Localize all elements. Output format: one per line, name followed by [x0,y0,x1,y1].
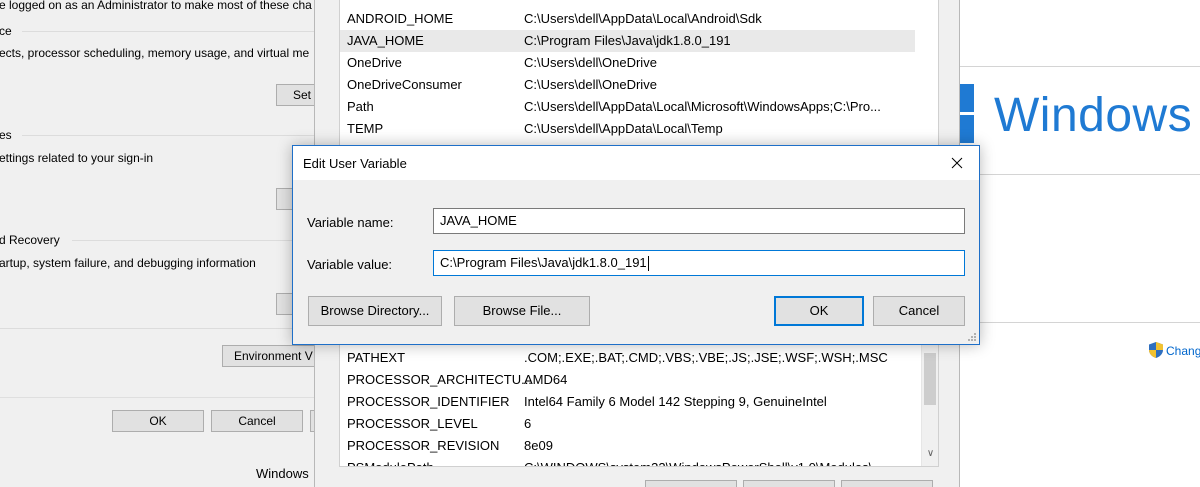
screen: e logged on as an Administrator to make … [0,0,1200,487]
user-var-row[interactable]: TEMP C:\Users\dell\AppData\Local\Temp [340,118,915,140]
scroll-down-icon[interactable]: ∨ [922,445,938,462]
user-var-name: OneDrive [347,55,402,70]
system-var-row[interactable]: PATHEXT .COM;.EXE;.BAT;.CMD;.VBS;.VBE;.JS… [340,347,915,369]
user-var-value: C:\Users\dell\OneDrive [524,77,657,92]
system-delete-button[interactable] [841,480,933,487]
system-var-row[interactable]: PROCESSOR_ARCHITECTU... AMD64 [340,369,915,391]
performance-group-label: ce [0,24,16,38]
user-var-name: Path [347,99,374,114]
variable-value-label: Variable value: [307,257,393,272]
windows-logo-icon [960,84,974,144]
edit-dialog-titlebar[interactable]: Edit User Variable [293,146,979,180]
performance-description: ects, processor scheduling, memory usage… [0,46,310,60]
user-var-row[interactable]: JAVA_HOME C:\Program Files\Java\jdk1.8.0_… [340,30,915,52]
system-var-row[interactable]: PROCESSOR_LEVEL 6 [340,413,915,435]
change-settings-link[interactable]: Chang [1166,344,1200,358]
edit-user-variable-dialog: Edit User Variable Variable name: JAVA_H… [292,145,980,345]
system-var-name: PATHEXT [347,350,406,365]
user-var-row[interactable]: OneDriveConsumer C:\Users\dell\OneDrive [340,74,915,96]
close-button[interactable] [935,146,979,180]
system-var-name: PROCESSOR_IDENTIFIER [347,394,510,409]
windows-footer-text: Windows [256,466,309,481]
system-var-row[interactable]: PROCESSOR_IDENTIFIER Intel64 Family 6 Mod… [340,391,915,413]
user-var-value: C:\Program Files\Java\jdk1.8.0_191 [524,33,731,48]
windows-brand-text: Windows [994,89,1193,142]
user-profiles-group-border [22,135,315,136]
user-var-value: C:\Users\dell\AppData\Local\Android\Sdk [524,11,762,26]
group-bottom-border [0,328,315,329]
user-var-value: C:\Users\dell\AppData\Local\Microsoft\Wi… [524,99,881,114]
user-var-name: TEMP [347,121,384,136]
system-var-value: 6 [524,416,532,431]
user-var-row[interactable]: Path C:\Users\dell\AppData\Local\Microsof… [340,96,915,118]
system-properties-cancel-button[interactable]: Cancel [211,410,303,432]
browse-directory-button[interactable]: Browse Directory... [308,296,442,326]
variable-value-input[interactable]: C:\Program Files\Java\jdk1.8.0_191 [433,250,965,276]
close-icon [951,157,963,169]
user-profiles-description: ettings related to your sign-in [0,151,154,165]
variable-value-text: C:\Program Files\Java\jdk1.8.0_191 [440,255,647,270]
system-var-row[interactable]: PROCESSOR_REVISION 8e09 [340,435,915,457]
startup-recovery-group-border [72,240,315,241]
user-var-row[interactable]: OneDrive C:\Users\dell\OneDrive [340,52,915,74]
system-var-value: AMD64 [524,372,568,387]
resize-grip-icon[interactable] [966,331,976,341]
user-var-row[interactable]: ANDROID_HOME C:\Users\dell\AppData\Local\… [340,8,915,30]
startup-recovery-group-label: d Recovery [0,233,64,247]
user-var-value: C:\Users\dell\AppData\Local\Temp [524,121,723,136]
system-var-name: PSModulePath [347,457,434,466]
ok-button[interactable]: OK [774,296,864,326]
user-var-name: OneDriveConsumer [347,77,462,92]
startup-recovery-description: artup, system failure, and debugging inf… [0,256,256,270]
system-variables-scrollbar[interactable]: ∨ [921,341,938,466]
user-var-value: C:\Users\dell\OneDrive [524,55,657,70]
system-var-value: C:\WINDOWS\system32\WindowsPowerShell\v1… [524,457,872,466]
cp-divider-top [960,66,1200,67]
system-var-value: Intel64 Family 6 Model 142 Stepping 9, G… [524,394,827,409]
system-var-row[interactable]: PSModulePath C:\WINDOWS\system32\WindowsP… [340,457,915,466]
system-var-name: PROCESSOR_REVISION [347,438,500,453]
user-profiles-group-label: es [0,128,16,142]
system-variables-list[interactable]: PATHEXT .COM;.EXE;.BAT;.CMD;.VBS;.VBE;.JS… [339,340,939,467]
user-variables-list[interactable]: ANDROID_HOME C:\Users\dell\AppData\Local\… [339,0,939,156]
system-properties-ok-button[interactable]: OK [112,410,204,432]
browse-file-button[interactable]: Browse File... [454,296,590,326]
uac-shield-icon [1149,342,1163,358]
control-panel-system-page: Windows Chang [960,0,1200,487]
user-var-name: JAVA_HOME [347,33,424,48]
system-properties-window: e logged on as an Administrator to make … [0,0,336,487]
text-caret [647,256,649,272]
scrollbar-thumb[interactable] [924,353,936,405]
cancel-button[interactable]: Cancel [873,296,965,326]
cp-divider-low [960,322,1200,323]
system-edit-button[interactable] [743,480,835,487]
variable-name-label: Variable name: [307,215,394,230]
user-var-name: ANDROID_HOME [347,11,454,26]
system-var-name: PROCESSOR_LEVEL [347,416,478,431]
system-var-value: .COM;.EXE;.BAT;.CMD;.VBS;.VBE;.JS;.JSE;.… [524,350,888,365]
system-new-button[interactable] [645,480,737,487]
performance-group-border [22,31,315,32]
variable-name-input[interactable]: JAVA_HOME [433,208,965,234]
system-var-name: PROCESSOR_ARCHITECTU... [347,372,532,387]
admin-note: e logged on as an Administrator to make … [0,0,312,12]
edit-dialog-title: Edit User Variable [303,156,407,171]
cp-divider-mid [960,174,1200,175]
system-var-value: 8e09 [524,438,553,453]
